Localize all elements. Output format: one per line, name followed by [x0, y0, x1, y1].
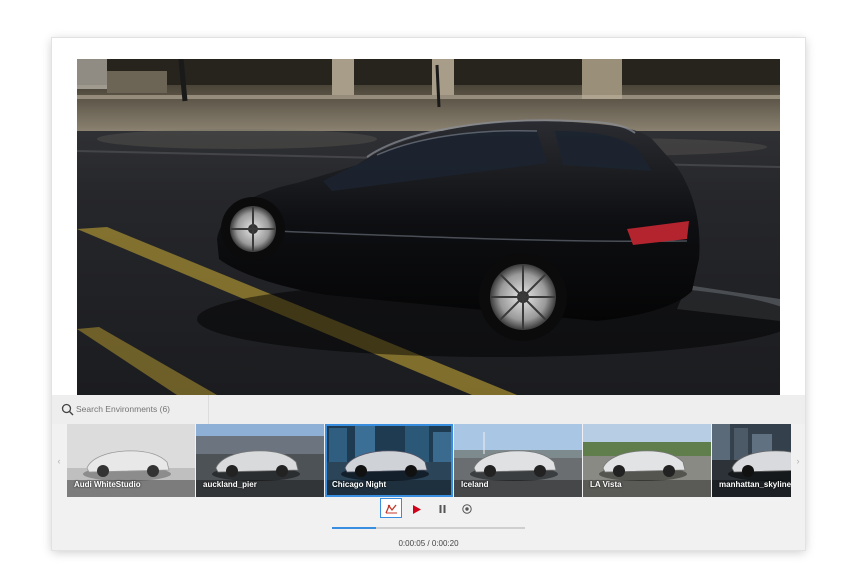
carousel-right-chevron-icon[interactable]: ›: [791, 424, 805, 497]
thumb-label: auckland_pier: [203, 480, 257, 489]
environment-search-bar: [52, 395, 805, 425]
environment-thumb-audi-whitestudio[interactable]: Audi WhiteStudio: [67, 424, 195, 497]
environment-thumb-chicago-night[interactable]: Chicago Night: [325, 424, 453, 497]
play-icon: [413, 504, 421, 514]
animation-path-icon: [384, 504, 397, 513]
player-controls: 0:00:05 / 0:00:20: [52, 497, 805, 550]
environment-thumb-la-vista[interactable]: LA Vista: [583, 424, 711, 497]
environment-thumbnails: Audi WhiteStudio auckland_pier Chicago N…: [67, 424, 791, 497]
thumb-label: Chicago Night: [332, 480, 387, 489]
record-button[interactable]: [457, 500, 477, 518]
environment-thumb-auckland-pier[interactable]: auckland_pier: [196, 424, 324, 497]
play-button[interactable]: [407, 500, 427, 518]
search-icon: [61, 403, 74, 416]
thumb-label: manhattan_skyline: [719, 480, 791, 489]
environment-thumb-iceland[interactable]: Iceland: [454, 424, 582, 497]
configurator-panel: ‹ Audi WhiteStudio: [52, 38, 805, 550]
environment-thumb-manhattan-skyline[interactable]: manhattan_skyline: [712, 424, 791, 497]
timeline-progress-fill: [332, 527, 377, 529]
car-viewport[interactable]: [77, 59, 780, 395]
thumb-label: LA Vista: [590, 480, 622, 489]
thumb-label: Audi WhiteStudio: [74, 480, 141, 489]
pause-icon: [439, 505, 445, 513]
carousel-left-chevron-icon[interactable]: ‹: [52, 424, 66, 497]
search-input[interactable]: [76, 400, 206, 418]
timeline-progress-bar[interactable]: [332, 527, 525, 529]
pause-button[interactable]: [432, 500, 452, 518]
thumb-image: [325, 424, 453, 497]
camera-animation-button[interactable]: [380, 498, 402, 518]
thumb-label: Iceland: [461, 480, 489, 489]
car-render-image: [77, 59, 780, 395]
search-divider: [208, 395, 209, 424]
record-icon: [462, 504, 472, 514]
time-display: 0:00:05 / 0:00:20: [398, 539, 459, 548]
environment-carousel: ‹ Audi WhiteStudio auckland_pier Chicago…: [52, 424, 805, 497]
